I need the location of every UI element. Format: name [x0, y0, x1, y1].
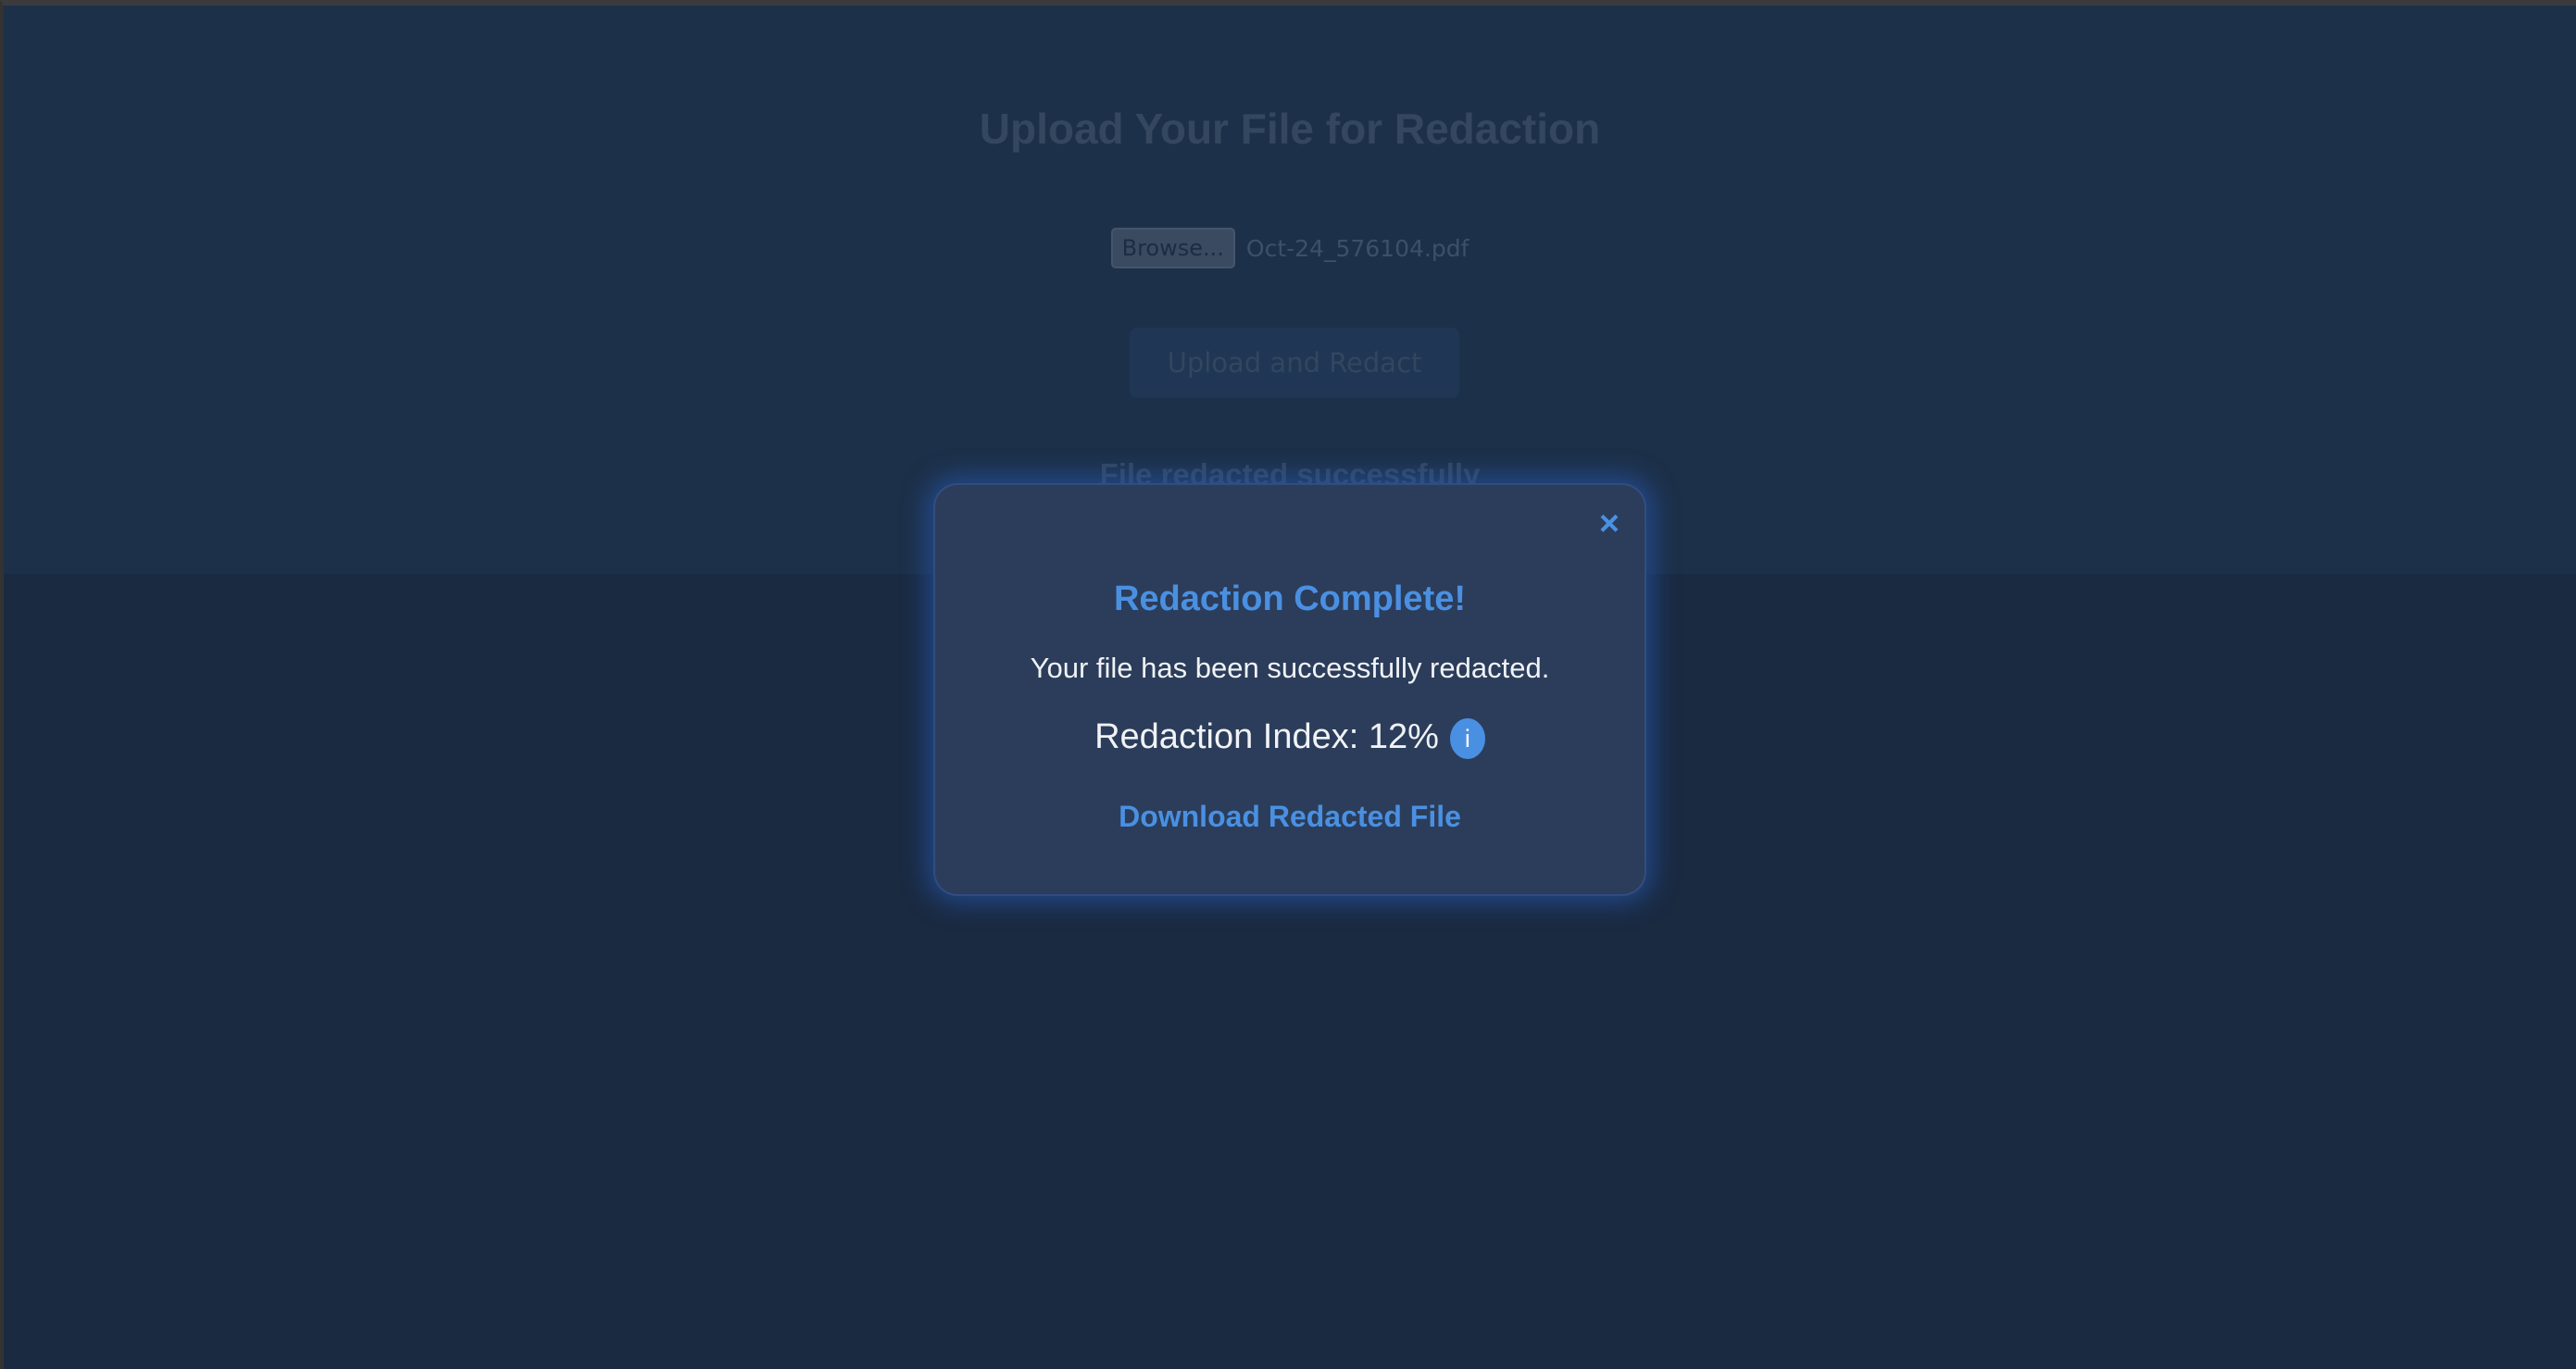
page: Upload Your File for Redaction Browse...… — [0, 0, 2576, 1369]
file-input-row: Browse... Oct-24_576104.pdf — [4, 228, 2576, 268]
browse-button[interactable]: Browse... — [1110, 228, 1235, 268]
download-redacted-file-link[interactable]: Download Redacted File — [933, 800, 1646, 834]
redaction-index-text: Redaction Index: 12% — [1094, 716, 1439, 756]
redaction-complete-modal: × Redaction Complete! Your file has been… — [933, 483, 1646, 896]
close-icon[interactable]: × — [1591, 505, 1628, 542]
page-title: Upload Your File for Redaction — [979, 105, 1601, 153]
modal-message: Your file has been successfully redacted… — [1030, 652, 1550, 684]
info-icon[interactable]: i — [1449, 718, 1485, 759]
redaction-index-row: Redaction Index: 12% i — [933, 715, 1646, 759]
selected-file-name: Oct-24_576104.pdf — [1245, 234, 1469, 262]
upload-and-redact-button[interactable]: Upload and Redact — [1130, 328, 1459, 398]
modal-title: Redaction Complete! — [1113, 579, 1467, 618]
